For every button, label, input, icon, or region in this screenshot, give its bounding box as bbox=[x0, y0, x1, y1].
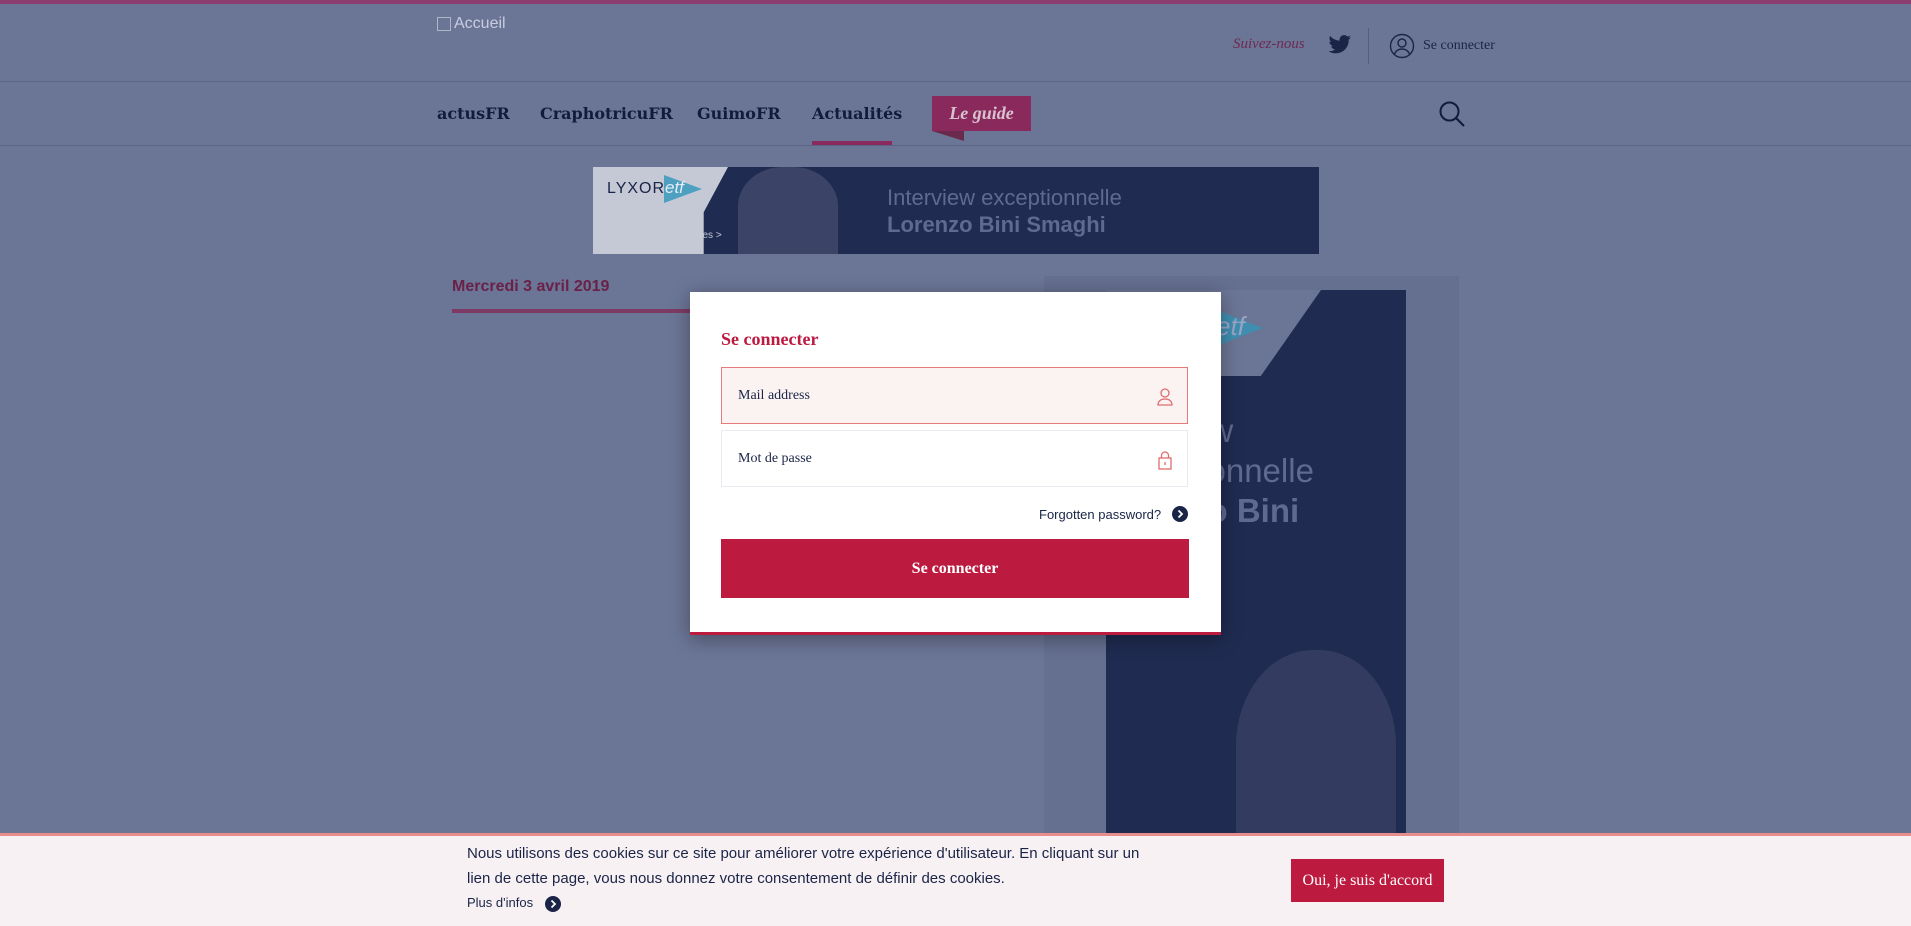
user-icon bbox=[1156, 387, 1174, 406]
modal-bottom-accent bbox=[690, 632, 1221, 635]
nav-item-craphotricufr[interactable]: CraphotricuFR bbox=[540, 104, 673, 123]
home-logo-link[interactable]: Accueil bbox=[437, 15, 506, 33]
password-input[interactable] bbox=[738, 431, 1138, 486]
top-ad-banner[interactable]: LYXOR etf Informations importantes > Int… bbox=[593, 167, 1319, 254]
follow-us-label: Suivez-nous bbox=[1233, 36, 1305, 52]
banner-subheadline: Lorenzo Bini Smaghi bbox=[887, 212, 1106, 237]
user-icon[interactable] bbox=[1389, 33, 1415, 59]
cookie-banner: Nous utilisons des cookies sur ce site p… bbox=[0, 833, 1911, 926]
header-divider bbox=[1368, 28, 1369, 64]
email-input[interactable] bbox=[738, 368, 1138, 423]
chevron-right-icon[interactable] bbox=[545, 896, 561, 912]
nav-active-indicator bbox=[812, 141, 892, 145]
article-date: Mercredi 3 avril 2019 bbox=[452, 278, 610, 295]
banner-brand: LYXOR bbox=[607, 180, 666, 197]
forgot-password-link[interactable]: Forgotten password? bbox=[1039, 507, 1161, 522]
banner-info-link[interactable]: Informations importantes > bbox=[603, 230, 722, 241]
site-header: Accueil Suivez-nous Se connecter bbox=[0, 4, 1911, 82]
broken-image-icon bbox=[437, 17, 451, 31]
nav-item-actusfr[interactable]: actusFR bbox=[437, 104, 510, 123]
accept-cookies-button[interactable]: Oui, je suis d'accord bbox=[1291, 859, 1444, 902]
email-field bbox=[721, 367, 1188, 424]
banner-brand-suffix: etf bbox=[665, 178, 684, 197]
login-modal: Se connecter Forgotten password? Se conn… bbox=[690, 292, 1221, 635]
search-icon[interactable] bbox=[1438, 100, 1466, 128]
lock-icon bbox=[1156, 450, 1174, 470]
logo-alt-text: Accueil bbox=[454, 15, 506, 32]
header-login-link[interactable]: Se connecter bbox=[1423, 38, 1495, 54]
sidebar-ad-portrait bbox=[1236, 650, 1396, 836]
password-field bbox=[721, 430, 1188, 487]
more-info-link[interactable]: Plus d'infos bbox=[467, 895, 533, 910]
main-nav: actusFR CraphotricuFR GuimoFR Actualités… bbox=[0, 82, 1911, 146]
guide-button[interactable]: Le guide bbox=[932, 96, 1031, 131]
nav-item-actualites[interactable]: Actualités bbox=[812, 104, 902, 123]
login-submit-button[interactable]: Se connecter bbox=[721, 539, 1189, 598]
date-underline bbox=[452, 309, 690, 313]
twitter-icon[interactable] bbox=[1328, 35, 1352, 55]
guide-tab-tail bbox=[932, 131, 964, 141]
chevron-right-icon[interactable] bbox=[1172, 506, 1188, 522]
banner-portrait bbox=[738, 167, 838, 254]
login-modal-title: Se connecter bbox=[721, 329, 819, 349]
banner-headline: Interview exceptionnelle bbox=[887, 185, 1122, 210]
cookie-message: Nous utilisons des cookies sur ce site p… bbox=[467, 845, 1140, 887]
nav-item-guimofr[interactable]: GuimoFR bbox=[697, 104, 781, 123]
